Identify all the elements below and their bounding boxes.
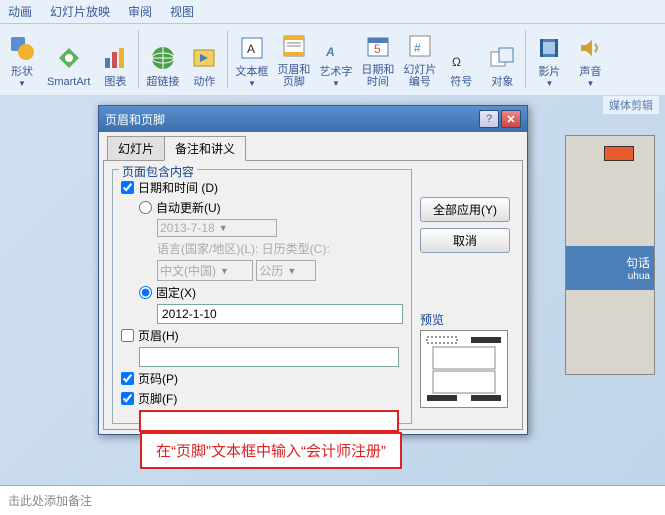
footer-label: 页脚(F) xyxy=(138,390,177,407)
menu-view[interactable]: 视图 xyxy=(170,3,194,20)
fixed-radio[interactable] xyxy=(139,286,152,299)
datetime-button[interactable]: 5日期和 时间 xyxy=(357,28,398,90)
datetime-checkbox[interactable] xyxy=(121,181,134,194)
dialog-tabs: 幻灯片 备注和讲义 xyxy=(107,136,523,161)
wordart-button[interactable]: A艺术字▼ xyxy=(315,28,356,90)
smartart-icon xyxy=(53,42,85,74)
ribbon-group-media-label: 媒体剪辑 xyxy=(603,96,659,114)
header-label: 页眉(H) xyxy=(138,327,179,344)
chart-icon xyxy=(99,42,131,74)
preview-label: 预览 xyxy=(420,311,510,328)
hyperlink-button[interactable]: 超链接 xyxy=(142,28,183,90)
tab-slide[interactable]: 幻灯片 xyxy=(107,136,165,161)
svg-text:5: 5 xyxy=(374,42,381,56)
shapes-icon xyxy=(6,32,38,64)
fieldset-legend: 页面包含内容 xyxy=(119,163,197,180)
fixed-label: 固定(X) xyxy=(156,284,196,301)
sound-button[interactable]: 声音▼ xyxy=(570,28,610,90)
slidenumber-icon: # xyxy=(404,30,436,62)
object-icon xyxy=(486,42,518,74)
smartart-button[interactable]: SmartArt xyxy=(43,28,94,90)
globe-icon xyxy=(147,42,179,74)
dialog-titlebar[interactable]: 页眉和页脚 ? ✕ xyxy=(99,106,527,132)
slide-thumbnail[interactable]: 句话 uhua xyxy=(565,135,655,375)
menu-animation[interactable]: 动画 xyxy=(8,3,32,20)
tab-notes-handouts[interactable]: 备注和讲义 xyxy=(164,136,246,161)
action-icon xyxy=(188,42,220,74)
svg-text:A: A xyxy=(247,42,255,56)
auto-update-label: 自动更新(U) xyxy=(156,199,221,216)
symbol-icon: Ω xyxy=(445,42,477,74)
symbol-button[interactable]: Ω符号 xyxy=(441,28,481,90)
header-footer-dialog: 页眉和页脚 ? ✕ 幻灯片 备注和讲义 页面包含内容 日期和时间 (D) 自动更… xyxy=(98,105,528,435)
ribbon: 形状▼ SmartArt 图表 超链接 动作 A文本框▼ 页眉和 页脚 A艺术字… xyxy=(0,24,665,97)
menu-bar: 动画 幻灯片放映 审阅 视图 xyxy=(0,0,665,24)
action-button[interactable]: 动作 xyxy=(184,28,224,90)
fixed-date-input[interactable] xyxy=(157,304,403,324)
instruction-callout: 在“页脚”文本框中输入“会计师注册” xyxy=(140,432,402,469)
auto-date-combo: 2013-7-18▼ xyxy=(157,219,277,237)
svg-text:A: A xyxy=(325,45,335,59)
textbox-icon: A xyxy=(236,32,268,64)
slidenumber-button[interactable]: #幻灯片 编号 xyxy=(399,28,440,90)
apply-all-button[interactable]: 全部应用(Y) xyxy=(420,197,510,222)
notes-pane[interactable]: 击此处添加备注 xyxy=(0,485,665,515)
header-checkbox[interactable] xyxy=(121,329,134,342)
calendar-combo: 公历▼ xyxy=(256,260,316,281)
menu-slideshow[interactable]: 幻灯片放映 xyxy=(50,3,110,20)
dialog-title: 页眉和页脚 xyxy=(105,111,165,128)
textbox-button[interactable]: A文本框▼ xyxy=(231,28,272,90)
headerfooter-icon xyxy=(278,30,310,62)
pagenum-checkbox[interactable] xyxy=(121,372,134,385)
close-button[interactable]: ✕ xyxy=(501,110,521,128)
chart-button[interactable]: 图表 xyxy=(95,28,135,90)
slide-title-banner: 句话 uhua xyxy=(566,246,654,290)
svg-text:#: # xyxy=(414,41,421,55)
language-label: 语言(国家/地区)(L): xyxy=(157,240,258,257)
wordart-icon: A xyxy=(320,32,352,64)
preview-thumbnail xyxy=(420,330,508,408)
shapes-button[interactable]: 形状▼ xyxy=(2,28,42,90)
header-input[interactable] xyxy=(139,347,399,367)
menu-review[interactable]: 审阅 xyxy=(128,3,152,20)
movie-button[interactable]: 影片▼ xyxy=(529,28,569,90)
cancel-button[interactable]: 取消 xyxy=(420,228,510,253)
slide-decoration xyxy=(604,146,634,161)
object-button[interactable]: 对象 xyxy=(482,28,522,90)
svg-text:Ω: Ω xyxy=(452,55,461,69)
film-icon xyxy=(533,32,565,64)
datetime-label: 日期和时间 (D) xyxy=(138,179,218,196)
auto-update-radio[interactable] xyxy=(139,201,152,214)
calendar-icon: 5 xyxy=(362,30,394,62)
pagenum-label: 页码(P) xyxy=(138,370,178,387)
calendar-label: 日历类型(C): xyxy=(262,240,330,257)
headerfooter-button[interactable]: 页眉和 页脚 xyxy=(273,28,314,90)
footer-input[interactable] xyxy=(139,410,399,432)
help-button[interactable]: ? xyxy=(479,110,499,128)
language-combo: 中文(中国)▼ xyxy=(157,260,253,281)
speaker-icon xyxy=(574,32,606,64)
footer-checkbox[interactable] xyxy=(121,392,134,405)
